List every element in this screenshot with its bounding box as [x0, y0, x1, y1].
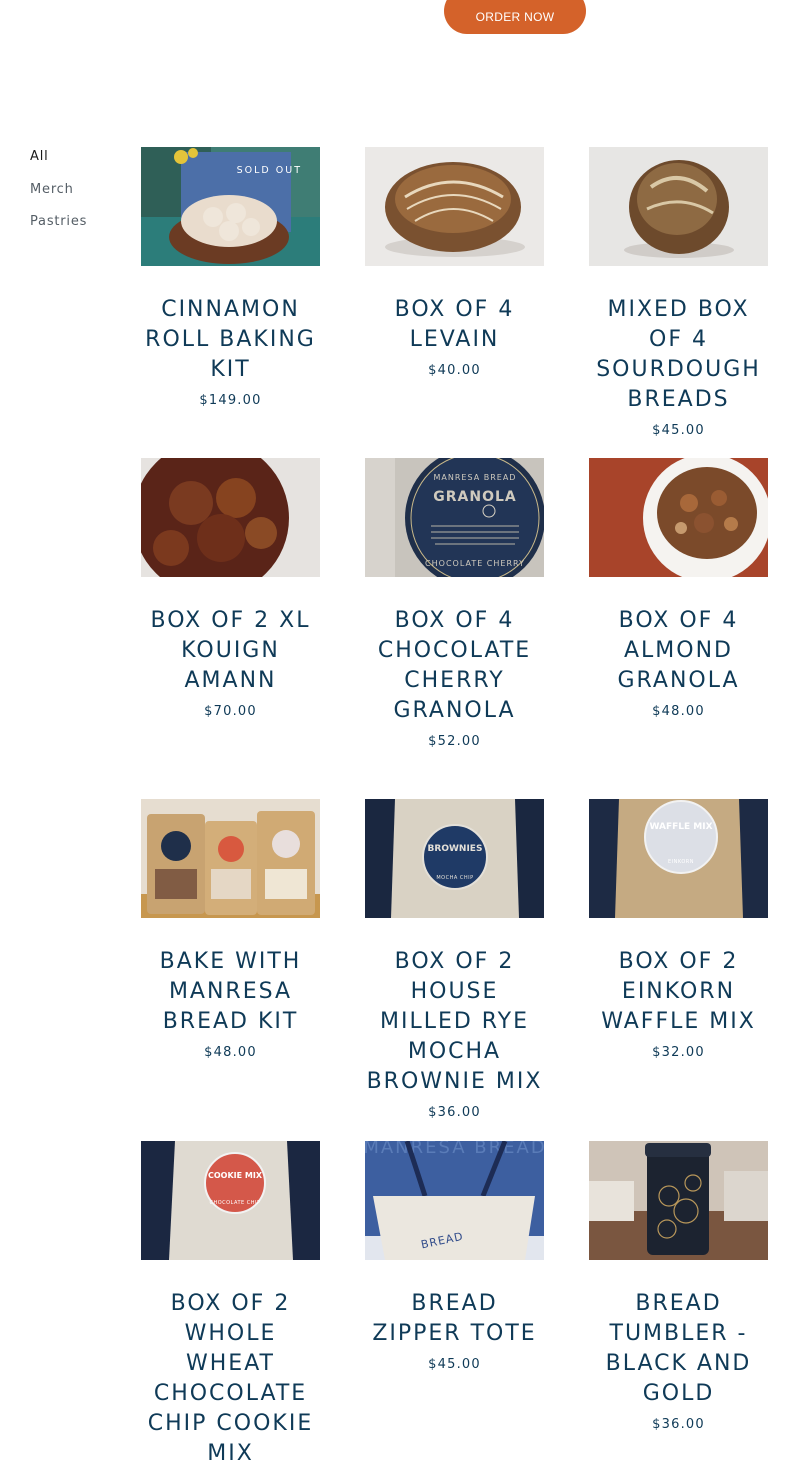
product-image-granola-bowl[interactable] — [589, 458, 768, 577]
product-card[interactable]: MANRESA BREAD GRANOLA CHOCOLATE CHERRY B… — [365, 458, 544, 749]
product-image-levain[interactable] — [365, 147, 544, 266]
product-title[interactable]: BOX OF 4 LEVAIN — [365, 295, 544, 355]
product-price: $40.00 — [428, 363, 481, 378]
product-card[interactable]: WAFFLE MIX EINKORN BOX OF 2 EINKORN WAFF… — [589, 799, 768, 1060]
product-title[interactable]: BAKE WITH MANRESA BREAD KIT — [141, 947, 320, 1037]
waffle-flavor-text: EINKORN — [668, 859, 694, 865]
cookie-name-text: COOKIE MIX — [208, 1171, 263, 1180]
product-title[interactable]: BOX OF 2 HOUSE MILLED RYE MOCHA BROWNIE … — [365, 947, 544, 1097]
granola-brand-text: MANRESA BREAD — [434, 473, 517, 482]
product-card[interactable]: BROWNIES MOCHA CHIP BOX OF 2 HOUSE MILLE… — [365, 799, 544, 1120]
product-price: $149.00 — [199, 393, 262, 408]
category-all[interactable]: All — [30, 148, 87, 181]
product-title[interactable]: BOX OF 4 CHOCOLATE CHERRY GRANOLA — [365, 606, 544, 726]
product-price: $45.00 — [652, 423, 705, 438]
product-image-baking-mix-bags[interactable] — [141, 799, 320, 918]
product-card[interactable]: BAKE WITH MANRESA BREAD KIT $48.00 — [141, 799, 320, 1060]
product-title[interactable]: MIXED BOX OF 4 SOURDOUGH BREADS — [589, 295, 768, 415]
product-card[interactable]: MANRESA BREAD BREAD BREAD ZIPPER TOTE $4… — [365, 1141, 544, 1372]
product-image-waffle-mix[interactable]: WAFFLE MIX EINKORN — [589, 799, 768, 918]
product-title[interactable]: BREAD TUMBLER - BLACK AND GOLD — [589, 1289, 768, 1409]
product-image-cinnamon-roll[interactable]: SOLD OUT — [141, 147, 320, 266]
product-card[interactable]: BREAD TUMBLER - BLACK AND GOLD $36.00 — [589, 1141, 768, 1432]
product-price: $36.00 — [428, 1105, 481, 1120]
brownie-flavor-text: MOCHA CHIP — [436, 875, 473, 881]
product-title[interactable]: BREAD ZIPPER TOTE — [365, 1289, 544, 1349]
product-card[interactable]: BOX OF 4 ALMOND GRANOLA $48.00 — [589, 458, 768, 719]
product-image-granola-bag[interactable]: MANRESA BREAD GRANOLA CHOCOLATE CHERRY — [365, 458, 544, 577]
product-card[interactable]: MIXED BOX OF 4 SOURDOUGH BREADS $45.00 — [589, 147, 768, 438]
product-card[interactable]: SOLD OUT CINNAMON ROLL BAKING KIT $149.0… — [141, 147, 320, 408]
sold-out-badge: SOLD OUT — [236, 165, 302, 176]
tote-wall-text: MANRESA BREAD — [365, 1141, 544, 1158]
category-merch[interactable]: Merch — [30, 181, 87, 214]
product-title[interactable]: BOX OF 2 XL KOUIGN AMANN — [141, 606, 320, 696]
product-image-tumbler[interactable] — [589, 1141, 768, 1260]
product-image-sourdough[interactable] — [589, 147, 768, 266]
product-image-kouign-amann[interactable] — [141, 458, 320, 577]
product-title[interactable]: BOX OF 4 ALMOND GRANOLA — [589, 606, 768, 696]
product-card[interactable]: COOKIE MIX CHOCOLATE CHIP BOX OF 2 WHOLE… — [141, 1141, 320, 1477]
cookie-flavor-text: CHOCOLATE CHIP — [209, 1200, 260, 1206]
product-image-tote-bag[interactable]: MANRESA BREAD BREAD — [365, 1141, 544, 1260]
product-title[interactable]: BOX OF 2 WHOLE WHEAT CHOCOLATE CHIP COOK… — [141, 1289, 320, 1469]
product-title[interactable]: BOX OF 2 EINKORN WAFFLE MIX — [589, 947, 768, 1037]
product-image-cookie-mix[interactable]: COOKIE MIX CHOCOLATE CHIP — [141, 1141, 320, 1260]
product-price: $70.00 — [204, 704, 257, 719]
product-price: $32.00 — [652, 1045, 705, 1060]
product-card[interactable]: BOX OF 4 LEVAIN $40.00 — [365, 147, 544, 378]
product-title[interactable]: CINNAMON ROLL BAKING KIT — [141, 295, 320, 385]
category-sidebar: All Merch Pastries — [30, 148, 87, 246]
product-image-brownie-mix[interactable]: BROWNIES MOCHA CHIP — [365, 799, 544, 918]
brownie-name-text: BROWNIES — [428, 844, 483, 854]
waffle-name-text: WAFFLE MIX — [649, 822, 712, 832]
product-price: $48.00 — [204, 1045, 257, 1060]
category-pastries[interactable]: Pastries — [30, 213, 87, 246]
product-price: $48.00 — [652, 704, 705, 719]
product-price: $36.00 — [652, 1417, 705, 1432]
granola-name-text: GRANOLA — [433, 489, 516, 505]
product-price: $52.00 — [428, 734, 481, 749]
granola-flavor-text: CHOCOLATE CHERRY — [425, 559, 525, 568]
order-now-button[interactable]: ORDER NOW — [444, 0, 586, 34]
product-price: $45.00 — [428, 1357, 481, 1372]
product-card[interactable]: BOX OF 2 XL KOUIGN AMANN $70.00 — [141, 458, 320, 719]
